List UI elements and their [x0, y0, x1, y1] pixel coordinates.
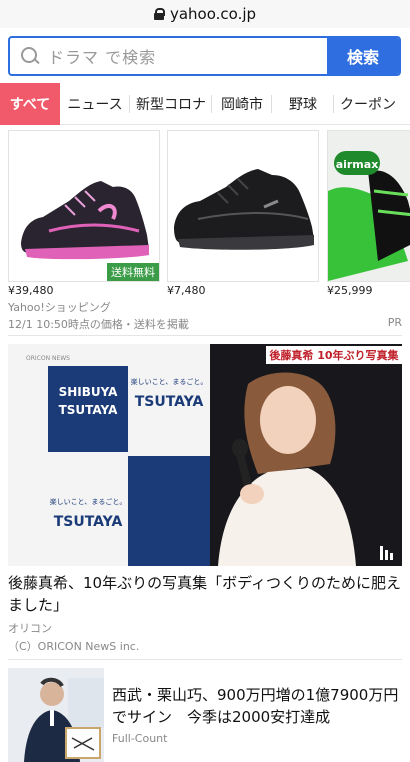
product-price: ¥39,480: [8, 284, 54, 297]
tab-news[interactable]: ニュース: [60, 83, 130, 125]
product-card[interactable]: 送料無料 ¥39,480: [8, 130, 160, 297]
pr-label: PR: [387, 316, 402, 329]
free-shipping-badge: 送料無料: [107, 263, 159, 281]
divider: [8, 659, 402, 660]
news-thumbnail[interactable]: [8, 668, 104, 762]
search-button[interactable]: 検索: [327, 38, 399, 74]
divider: [8, 335, 402, 336]
search-input[interactable]: ドラマ で検索: [10, 38, 327, 74]
search-placeholder: ドラマ で検索: [48, 48, 157, 67]
news-source: オリコン: [8, 622, 52, 635]
tab-all[interactable]: すべて: [0, 83, 60, 125]
product-image: 送料無料: [8, 130, 160, 282]
product-card[interactable]: airmax ¥25,999: [327, 130, 410, 297]
search-area: ドラマ で検索 検索: [0, 28, 410, 88]
center-big-text: TSUTAYA: [135, 394, 204, 410]
center-small-text: 楽しいこと、まるごと。: [131, 377, 208, 386]
url-text: yahoo.co.jp: [169, 5, 257, 23]
product-carousel: 送料無料 ¥39,480 ¥7,480 airmax ¥25,999: [8, 130, 410, 300]
news-image[interactable]: SHIBUYA TSUTAYA ORICON NEWS 楽しいこと、まるごと。 …: [8, 344, 402, 566]
shibuya-text: SHIBUYA: [59, 385, 119, 399]
news-source: Full-Count: [112, 732, 168, 745]
news-headline[interactable]: 西武・栗山巧、900万円増の1億7900万円でサイン 今季は2000安打達成: [112, 684, 402, 728]
ticker-text: 後藤真希 10年ぶり写真集: [269, 348, 399, 362]
news-headline[interactable]: 後藤真希、10年ぶりの写真集「ボディつくりのために肥えました」: [8, 572, 402, 616]
airmax-logo: airmax: [336, 158, 379, 171]
product-card[interactable]: ¥7,480: [167, 130, 319, 297]
oricon-logo: ORICON NEWS: [26, 355, 70, 362]
panel-big-text: TSUTAYA: [54, 514, 123, 530]
search-box: ドラマ で検索 検索: [8, 36, 401, 76]
shopping-source[interactable]: Yahoo!ショッピング: [8, 299, 111, 315]
tsutaya-text: TSUTAYA: [59, 403, 119, 417]
search-icon: [20, 46, 40, 66]
tab-baseball[interactable]: 野球: [272, 83, 334, 125]
category-tabs: すべて ニュース 新型コロナ 岡崎市 野球 クーポン: [0, 83, 410, 125]
product-price: ¥25,999: [327, 284, 373, 297]
product-image: airmax: [327, 130, 410, 282]
lock-icon: [153, 8, 165, 20]
price-timestamp-note: 12/1 10:50時点の価格・送料を掲載: [8, 318, 189, 331]
product-image: [167, 130, 319, 282]
product-price: ¥7,480: [167, 284, 206, 297]
tab-coupon[interactable]: クーポン: [334, 83, 404, 125]
tab-okazaki[interactable]: 岡崎市: [212, 83, 272, 125]
news-copyright: （C）ORICON NewS inc.: [8, 640, 140, 653]
tab-covid[interactable]: 新型コロナ: [130, 83, 212, 125]
panel-small-text: 楽しいこと、まるごと。: [50, 497, 127, 506]
browser-url-bar[interactable]: yahoo.co.jp: [0, 0, 410, 28]
